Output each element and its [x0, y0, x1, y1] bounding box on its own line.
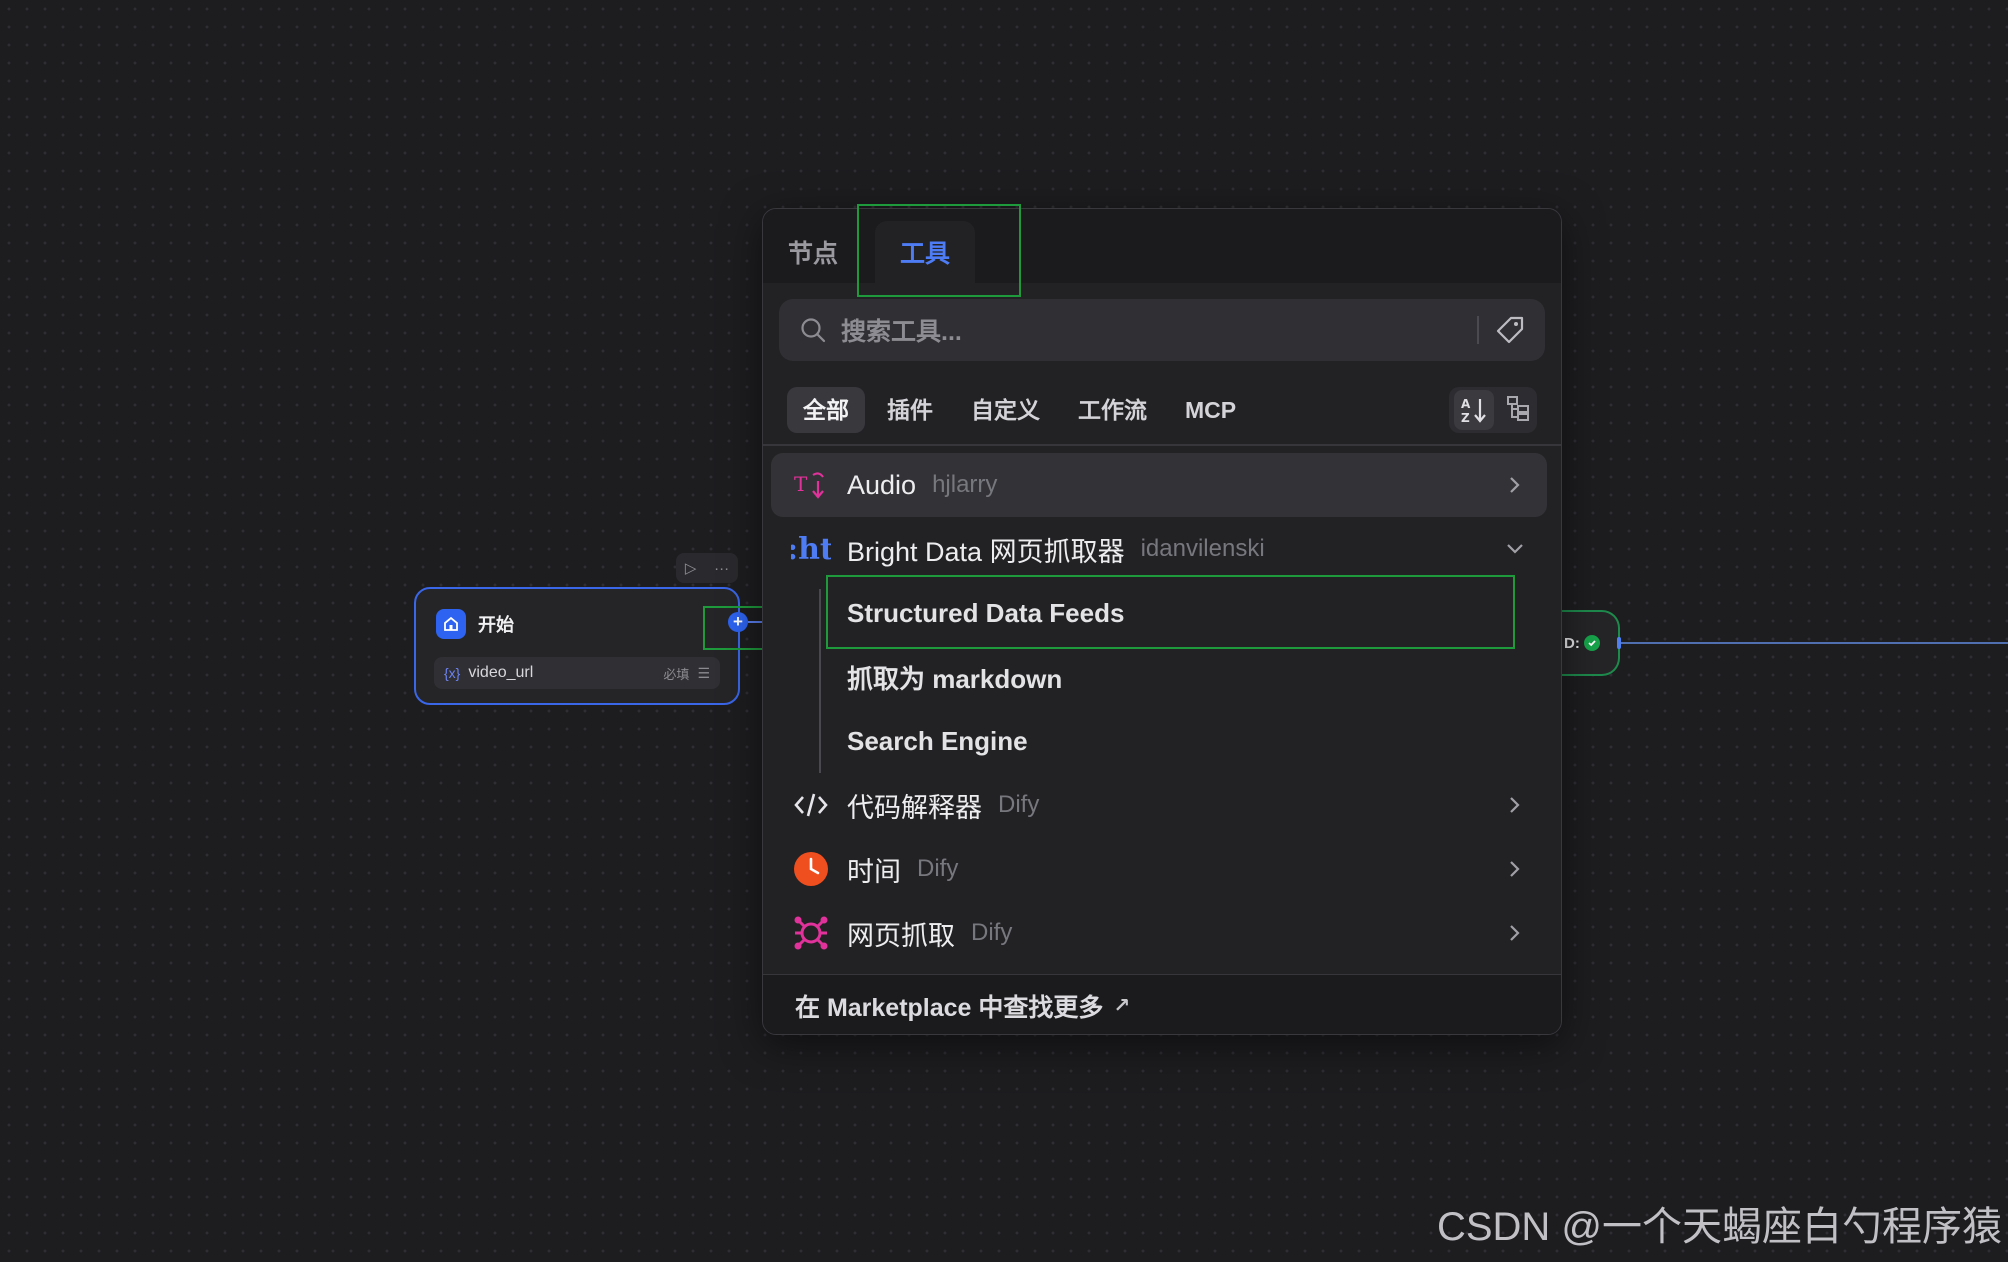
tool-item-audio[interactable]: T Audio hjlarry [771, 453, 1547, 517]
home-icon [436, 609, 466, 639]
chevron-right-icon[interactable] [1501, 919, 1529, 947]
node-toolbar: ▷ ··· [676, 553, 738, 583]
search-icon [801, 318, 826, 343]
text-type-icon: ☰ [697, 664, 710, 681]
tool-author: Dify [998, 791, 1040, 818]
tool-author: Dify [971, 919, 1013, 946]
tab-strip: 节点 工具 [763, 209, 1561, 283]
tool-author: idanvilenski [1140, 535, 1265, 562]
sort-az-icon[interactable]: AZ [1454, 390, 1494, 430]
tool-item-web-scraper[interactable]: 网页抓取 Dify [771, 901, 1547, 965]
tool-item-time[interactable]: 时间 Dify [771, 837, 1547, 901]
filter-custom[interactable]: 自定义 [955, 387, 1056, 433]
downstream-node[interactable]: D: [1560, 610, 1620, 676]
filter-tabs: 全部 插件 自定义 工作流 MCP [787, 387, 1252, 433]
variable-name: video_url [468, 664, 534, 681]
edge-handle[interactable] [1617, 637, 1621, 649]
tool-name: Bright Data 网页抓取器 [847, 536, 1125, 567]
variable-row[interactable]: {x} video_url 必填 ☰ [434, 657, 720, 689]
tree-view-icon[interactable] [1504, 394, 1532, 427]
search-box[interactable]: 搜索工具... [779, 299, 1545, 361]
search-separator [1477, 316, 1479, 344]
tool-list: T Audio hjlarry :ht Bright Data 网页抓取器 id… [771, 453, 1547, 965]
chevron-down-icon[interactable] [1501, 535, 1529, 563]
tool-item-code-interpreter[interactable]: 代码解释器 Dify [771, 773, 1547, 837]
filter-workflow[interactable]: 工作流 [1062, 387, 1163, 433]
marketplace-link[interactable]: 在 Marketplace 中查找更多 ↗ [763, 974, 1561, 1034]
start-node-header: 开始 [436, 609, 514, 639]
tool-name: 网页抓取 [847, 920, 955, 951]
search-input[interactable]: 搜索工具... [841, 312, 1477, 348]
more-icon[interactable]: ··· [714, 560, 729, 577]
tool-actions: Structured Data Feeds 抓取为 markdown Searc… [771, 581, 1547, 773]
bright-data-logo: :ht [791, 531, 831, 567]
action-item[interactable]: Structured Data Feeds [771, 581, 1547, 645]
run-icon[interactable]: ▷ [685, 559, 697, 577]
tag-filter-icon[interactable] [1495, 315, 1525, 345]
filter-mcp[interactable]: MCP [1169, 387, 1252, 433]
tree-line [819, 589, 821, 773]
chevron-right-icon[interactable] [1501, 855, 1529, 883]
tool-name: 代码解释器 [847, 792, 982, 823]
filter-all[interactable]: 全部 [787, 387, 865, 433]
code-icon [791, 785, 831, 825]
tool-name: 时间 [847, 856, 901, 887]
tab-tools[interactable]: 工具 [875, 221, 975, 283]
downstream-node-label: D: [1564, 634, 1580, 652]
action-item[interactable]: Search Engine [771, 709, 1547, 773]
required-label: 必填 [663, 666, 690, 682]
connector-line [748, 621, 762, 623]
audio-icon: T [791, 465, 831, 505]
view-toggle: AZ [1449, 387, 1537, 433]
start-node-title: 开始 [478, 615, 514, 635]
tool-author: hjlarry [932, 471, 998, 498]
web-scraper-icon [791, 913, 831, 953]
start-node[interactable]: 开始 {x} video_url 必填 ☰ [414, 587, 740, 705]
tool-name: Audio [847, 469, 917, 500]
chevron-right-icon[interactable] [1501, 471, 1529, 499]
chevron-right-icon[interactable] [1501, 791, 1529, 819]
external-link-icon: ↗ [1113, 995, 1131, 1017]
clock-icon [791, 849, 831, 889]
marketplace-link-label: 在 Marketplace 中查找更多 [795, 993, 1104, 1022]
svg-text:Z: Z [1461, 411, 1470, 425]
watermark: CSDN @一个天蝎座白勺程序猿 [1436, 1205, 2002, 1249]
edge-line [1620, 642, 2008, 644]
block-selector-panel: 节点 工具 搜索工具... 全部 插件 自定义 工作流 MCP AZ T Aud… [762, 208, 1562, 1035]
tool-author: Dify [917, 855, 959, 882]
tool-item-bright-data[interactable]: :ht Bright Data 网页抓取器 idanvilenski [771, 517, 1547, 581]
filter-plugins[interactable]: 插件 [871, 387, 949, 433]
add-node-button[interactable]: + [728, 612, 748, 632]
divider [763, 444, 1561, 446]
tab-nodes[interactable]: 节点 [777, 221, 849, 283]
success-check-icon [1583, 635, 1600, 651]
action-item[interactable]: 抓取为 markdown [771, 645, 1547, 709]
svg-text:T: T [794, 472, 808, 496]
variable-icon: {x} [444, 665, 461, 681]
svg-text:A: A [1461, 397, 1471, 411]
